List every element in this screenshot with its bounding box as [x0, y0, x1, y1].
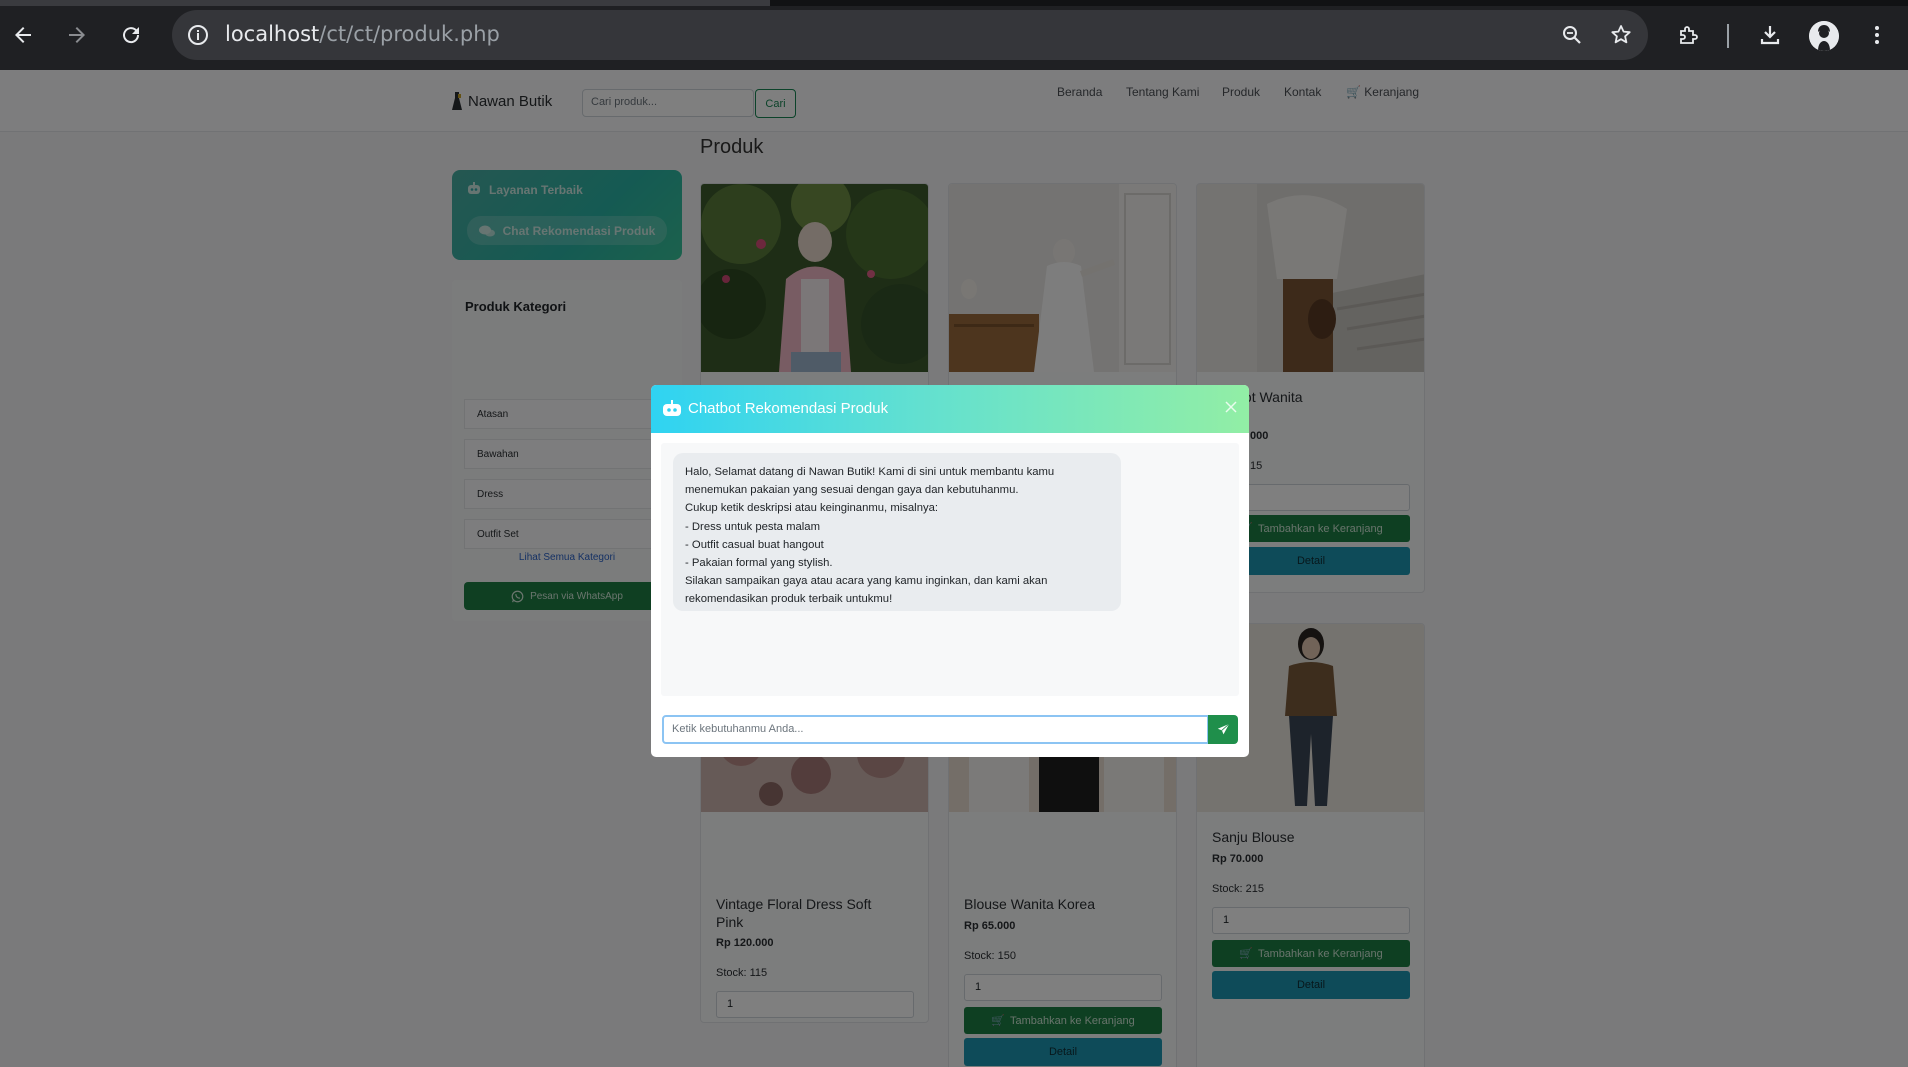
forward-icon[interactable] — [60, 18, 94, 52]
send-icon — [1217, 723, 1229, 735]
bookmark-star-icon[interactable] — [1609, 23, 1633, 47]
chatbot-title: Chatbot Rekomendasi Produk — [688, 400, 889, 417]
profile-avatar[interactable] — [1809, 21, 1839, 51]
toolbar-separator — [1727, 24, 1729, 48]
bot-message: Halo, Selamat datang di Nawan Butik! Kam… — [673, 453, 1121, 611]
chatbot-header: Chatbot Rekomendasi Produk — [651, 385, 1249, 433]
robot-icon — [663, 400, 681, 416]
send-button[interactable] — [1208, 715, 1238, 744]
back-icon[interactable] — [6, 18, 40, 52]
close-icon[interactable] — [1223, 399, 1239, 415]
chat-messages[interactable]: Halo, Selamat datang di Nawan Butik! Kam… — [661, 443, 1239, 696]
active-tab[interactable] — [0, 0, 770, 6]
tab-strip — [0, 0, 1908, 6]
zoom-icon[interactable] — [1560, 23, 1584, 47]
browser-toolbar: localhost/ct/ct/produk.php — [0, 0, 1908, 70]
url-text[interactable]: localhost/ct/ct/produk.php — [225, 22, 500, 46]
chat-input[interactable]: Ketik kebutuhanmu Anda... — [662, 715, 1209, 744]
download-icon[interactable] — [1753, 18, 1787, 52]
extensions-icon[interactable] — [1672, 18, 1706, 52]
reload-icon[interactable] — [114, 18, 148, 52]
site-info-icon[interactable] — [186, 23, 210, 47]
chatbot-modal: Chatbot Rekomendasi Produk Halo, Selamat… — [651, 385, 1249, 757]
browser-menu-icon[interactable] — [1860, 18, 1894, 52]
address-bar[interactable]: localhost/ct/ct/produk.php — [172, 10, 1648, 60]
